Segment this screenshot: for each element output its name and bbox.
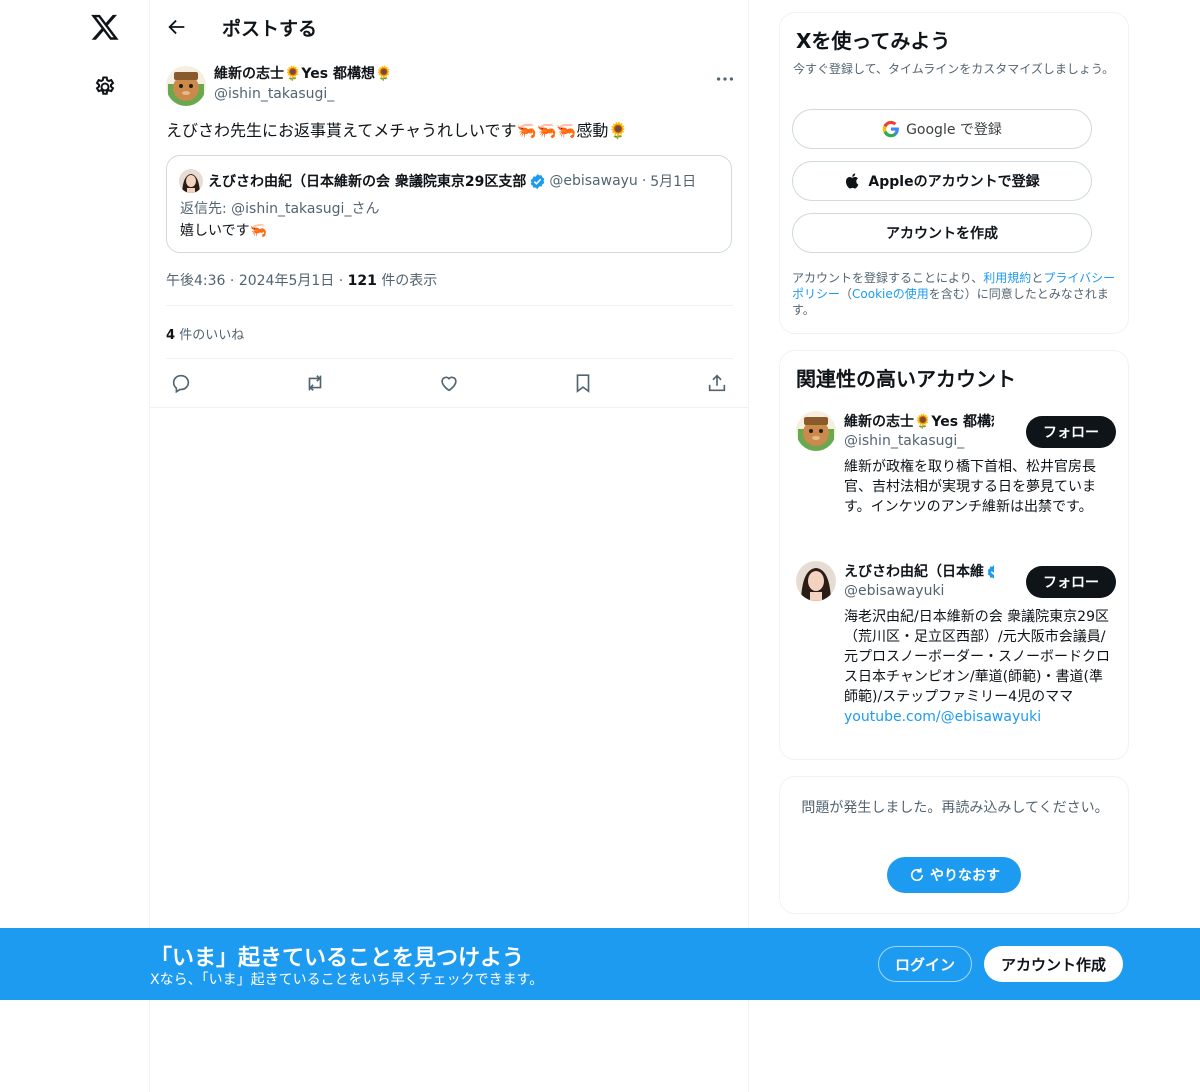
- divider: [166, 305, 733, 306]
- account-bio-text: 海老沢由紀/日本維新の会 衆議院東京29区（荒川区・足立区西部）/元大阪市会議員…: [844, 609, 1110, 705]
- google-icon: [882, 120, 899, 138]
- account-handle[interactable]: @ebisawayuki: [844, 583, 944, 599]
- signup-title: Xを使ってみよう: [796, 29, 951, 53]
- like-heart-icon[interactable]: [438, 372, 460, 394]
- terms-part: アカウントを登録することにより、: [792, 271, 984, 285]
- error-message: 問題が発生しました。再読み込みしてください。: [801, 800, 1109, 816]
- page-header: ポストする: [150, 0, 748, 54]
- repost-icon[interactable]: [304, 372, 326, 394]
- page-title: ポストする: [222, 18, 318, 40]
- terms-of-service-link[interactable]: 利用規約: [983, 271, 1031, 285]
- avatar[interactable]: [796, 561, 836, 601]
- account-item[interactable]: 維新の志士🌻Yes 都構想 @ishin_takasugi_ 維新が政権を取り橋…: [796, 411, 1116, 541]
- post-text: えびさわ先生にお返事貰えてメチャうれしいです🦐🦐🦐感動🌻: [166, 121, 629, 140]
- banner-subtitle: Xなら、「いま」起きていることをいち早くチェックできます。: [150, 972, 544, 988]
- account-bio-text: 維新が政権を取り橋下首相、松井官房長官、吉村法相が実現する日を夢見ています。イン…: [844, 459, 1096, 515]
- signup-subtitle: 今すぐ登録して、タイムラインをカスタマイズしましょう。: [793, 62, 1115, 76]
- relevant-accounts-title: 関連性の高いアカウント: [796, 367, 1016, 391]
- login-button[interactable]: ログイン: [878, 946, 972, 982]
- likes-count: 4: [166, 328, 176, 343]
- account-bio-link[interactable]: youtube.com/@ebisawayuki: [844, 707, 1114, 727]
- reply-to-text: 返信先: @ishin_takasugi_さん: [180, 201, 380, 217]
- terms-part: （: [840, 287, 853, 301]
- back-arrow-icon[interactable]: [166, 16, 188, 38]
- likes-link[interactable]: 4 件のいいね: [166, 324, 244, 343]
- account-name[interactable]: えびさわ由紀（日本維: [844, 561, 994, 581]
- refresh-icon: [910, 868, 924, 882]
- more-options-icon[interactable]: [714, 68, 736, 90]
- signup-card: Xを使ってみよう 今すぐ登録して、タイムラインをカスタマイズしましょう。 Goo…: [779, 12, 1129, 334]
- follow-button[interactable]: フォロー: [1026, 566, 1116, 598]
- separator-dot: ·: [641, 173, 647, 189]
- account-bio: 維新が政権を取り橋下首相、松井官房長官、吉村法相が実現する日を夢見ています。イン…: [844, 457, 1114, 517]
- retry-button[interactable]: やりなおす: [887, 857, 1021, 893]
- create-account-label: アカウントを作成: [886, 226, 998, 242]
- google-signup-button[interactable]: Google で登録: [792, 109, 1092, 149]
- post-time[interactable]: 午後4:36: [166, 273, 225, 289]
- author-handle[interactable]: @ishin_takasugi_: [214, 84, 392, 104]
- account-name-text: えびさわ由紀（日本維: [844, 564, 984, 580]
- gear-icon[interactable]: [93, 75, 117, 99]
- login-banner: 「いま」起きていることを見つけよう Xなら、「いま」起きていることをいち早くチェ…: [0, 928, 1200, 1000]
- account-bio: 海老沢由紀/日本維新の会 衆議院東京29区（荒川区・足立区西部）/元大阪市会議員…: [844, 607, 1114, 727]
- terms-part: と: [1031, 271, 1044, 285]
- post-actions: [150, 360, 749, 408]
- apple-signup-label: Appleのアカウントで登録: [868, 174, 1040, 190]
- banner-title: 「いま」起きていることを見つけよう: [150, 946, 525, 971]
- signup-button[interactable]: アカウント作成: [984, 946, 1123, 982]
- account-item[interactable]: えびさわ由紀（日本維 @ebisawayuki 海老沢由紀/日本維新の会 衆議院…: [796, 561, 1116, 751]
- apple-icon: [846, 173, 859, 189]
- divider: [166, 358, 733, 359]
- likes-label: 件のいいね: [179, 328, 245, 343]
- separator-dot: ·: [338, 273, 344, 289]
- quote-author-name: えびさわ由紀（日本維新の会 衆議院東京29区支部: [208, 174, 527, 190]
- post-meta: 午後4:36 · 2024年5月1日 · 121 件の表示: [166, 270, 437, 290]
- x-logo-icon[interactable]: [90, 12, 120, 42]
- quote-text: 嬉しいです🦐: [180, 223, 268, 239]
- verified-badge-icon: [987, 564, 994, 579]
- relevant-accounts-card: 関連性の高いアカウント 維新の志士🌻Yes 都構想 @ishin_takasug…: [779, 350, 1129, 760]
- apple-signup-button[interactable]: Appleのアカウントで登録: [792, 161, 1092, 201]
- account-handle[interactable]: @ishin_takasugi_: [844, 433, 964, 449]
- google-signup-label: Google で登録: [906, 122, 1002, 138]
- avatar[interactable]: [166, 66, 206, 106]
- account-name[interactable]: 維新の志士🌻Yes 都構想: [844, 411, 994, 431]
- terms-text: アカウントを登録することにより、利用規約とプライバシーポリシー（Cookieの使…: [792, 270, 1122, 318]
- views-count: 121: [347, 273, 377, 289]
- views-label: 件の表示: [381, 273, 438, 289]
- retry-label: やりなおす: [930, 868, 1000, 884]
- avatar: [179, 169, 203, 193]
- bookmark-icon[interactable]: [572, 372, 594, 394]
- share-icon[interactable]: [706, 372, 728, 394]
- quote-author-handle: @ebisawayu: [549, 173, 638, 189]
- cookie-policy-link[interactable]: Cookieの使用: [852, 287, 929, 301]
- error-card: 問題が発生しました。再読み込みしてください。 やりなおす: [779, 776, 1129, 914]
- post-date[interactable]: 2024年5月1日: [239, 273, 334, 289]
- avatar[interactable]: [796, 411, 836, 451]
- reply-icon[interactable]: [170, 372, 192, 394]
- post-author: 維新の志士🌻Yes 都構想🌻 @ishin_takasugi_: [166, 62, 736, 108]
- quote-date: 5月1日: [650, 174, 697, 190]
- author-name[interactable]: 維新の志士🌻Yes 都構想🌻: [214, 64, 392, 84]
- separator-dot: ·: [229, 273, 235, 289]
- follow-button[interactable]: フォロー: [1026, 416, 1116, 448]
- verified-badge-icon: [531, 173, 545, 189]
- quoted-post[interactable]: えびさわ由紀（日本維新の会 衆議院東京29区支部 @ebisawayu · 5月…: [166, 155, 732, 253]
- create-account-button[interactable]: アカウントを作成: [792, 213, 1092, 253]
